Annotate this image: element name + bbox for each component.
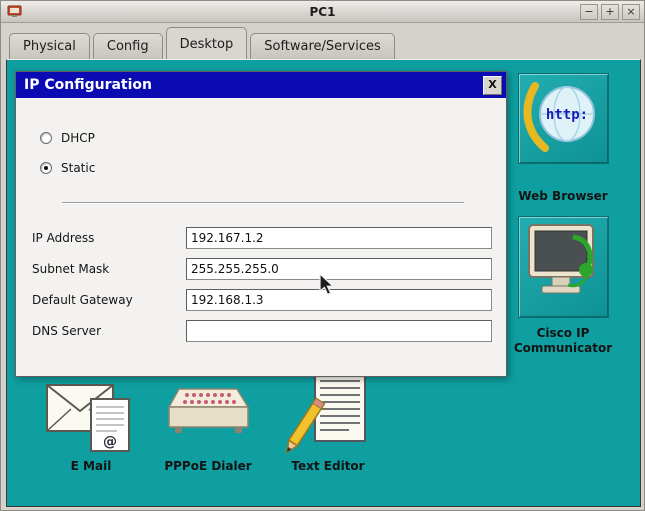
window-titlebar[interactable]: PC1 − + ×	[1, 1, 644, 23]
web-browser-button[interactable]: http:	[518, 73, 609, 164]
dhcp-radio-label[interactable]: DHCP	[61, 131, 95, 145]
default-gateway-label: Default Gateway	[32, 293, 133, 307]
dhcp-radio-row: DHCP	[40, 130, 95, 146]
desktop-area: http: Web Browser Cisco IP Communicator	[6, 59, 641, 507]
ip-address-input[interactable]	[186, 227, 492, 249]
http-text: http:	[546, 107, 588, 123]
window-icon	[7, 5, 22, 17]
default-gateway-row: Default Gateway	[32, 289, 494, 311]
tab-physical[interactable]: Physical	[9, 33, 90, 59]
pppoe-dialer-button[interactable]	[161, 375, 257, 451]
pc1-window: PC1 − + × Physical Config Desktop Softwa…	[0, 0, 645, 511]
email-icon: @	[46, 384, 130, 452]
cisco-ip-communicator-icon	[528, 224, 594, 294]
dialog-titlebar[interactable]: IP Configuration X	[16, 72, 506, 98]
maximize-button[interactable]: +	[601, 3, 619, 20]
tab-config[interactable]: Config	[92, 33, 163, 59]
dns-server-row: DNS Server	[32, 320, 494, 342]
cisco-ip-communicator-label: Cisco IP Communicator	[513, 326, 613, 355]
text-editor-label: Text Editor	[291, 459, 365, 473]
window-title: PC1	[309, 4, 336, 19]
dialog-close-button[interactable]: X	[483, 75, 502, 95]
separator	[62, 202, 464, 204]
email-label: E Mail	[70, 459, 112, 473]
text-editor-icon	[286, 372, 366, 454]
subnet-mask-row: Subnet Mask	[32, 258, 494, 280]
cisco-ip-communicator-button[interactable]	[518, 216, 609, 318]
dhcp-radio[interactable]	[40, 132, 52, 144]
dialog-title: IP Configuration	[24, 77, 152, 93]
mouse-cursor	[319, 273, 335, 296]
subnet-mask-input[interactable]	[186, 258, 492, 280]
ip-address-label: IP Address	[32, 231, 95, 245]
tab-desktop[interactable]: Desktop	[165, 27, 248, 59]
window-controls: − + ×	[580, 3, 640, 20]
dns-server-input[interactable]	[186, 320, 492, 342]
text-editor-button[interactable]	[279, 369, 379, 457]
web-browser-icon: http:	[523, 82, 595, 152]
static-radio-row: Static	[40, 160, 95, 176]
pppoe-dialer-label: PPPoE Dialer	[164, 459, 252, 473]
ip-address-row: IP Address	[32, 227, 494, 249]
email-button[interactable]: @	[43, 371, 139, 457]
tab-bar: Physical Config Desktop Software/Service…	[1, 23, 644, 59]
minimize-button[interactable]: −	[580, 3, 598, 20]
subnet-mask-label: Subnet Mask	[32, 262, 110, 276]
default-gateway-input[interactable]	[186, 289, 492, 311]
close-button[interactable]: ×	[622, 3, 640, 20]
web-browser-label: Web Browser	[518, 189, 608, 203]
static-radio[interactable]	[40, 162, 52, 174]
static-radio-label[interactable]: Static	[61, 161, 95, 175]
dns-server-label: DNS Server	[32, 324, 101, 338]
tab-software-services[interactable]: Software/Services	[250, 33, 395, 59]
at-sign-text: @	[103, 434, 117, 450]
pppoe-dialer-icon	[167, 388, 250, 433]
ip-configuration-dialog: IP Configuration X DHCP Static IP Addres…	[15, 71, 507, 377]
